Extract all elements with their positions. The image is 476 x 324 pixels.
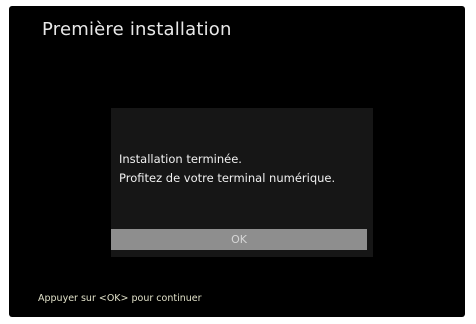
dialog-message: Installation terminée. Profitez de votre… — [119, 150, 335, 188]
ok-button[interactable]: OK — [111, 229, 367, 250]
footer-hint: Appuyer sur <OK> pour continuer — [38, 293, 202, 304]
message-line-1: Installation terminée. — [119, 152, 242, 166]
message-line-2: Profitez de votre terminal numérique. — [119, 171, 336, 185]
completion-dialog: Installation terminée. Profitez de votre… — [111, 108, 373, 257]
page-title: Première installation — [42, 19, 232, 40]
tv-screen: Première installation Installation termi… — [9, 6, 465, 317]
